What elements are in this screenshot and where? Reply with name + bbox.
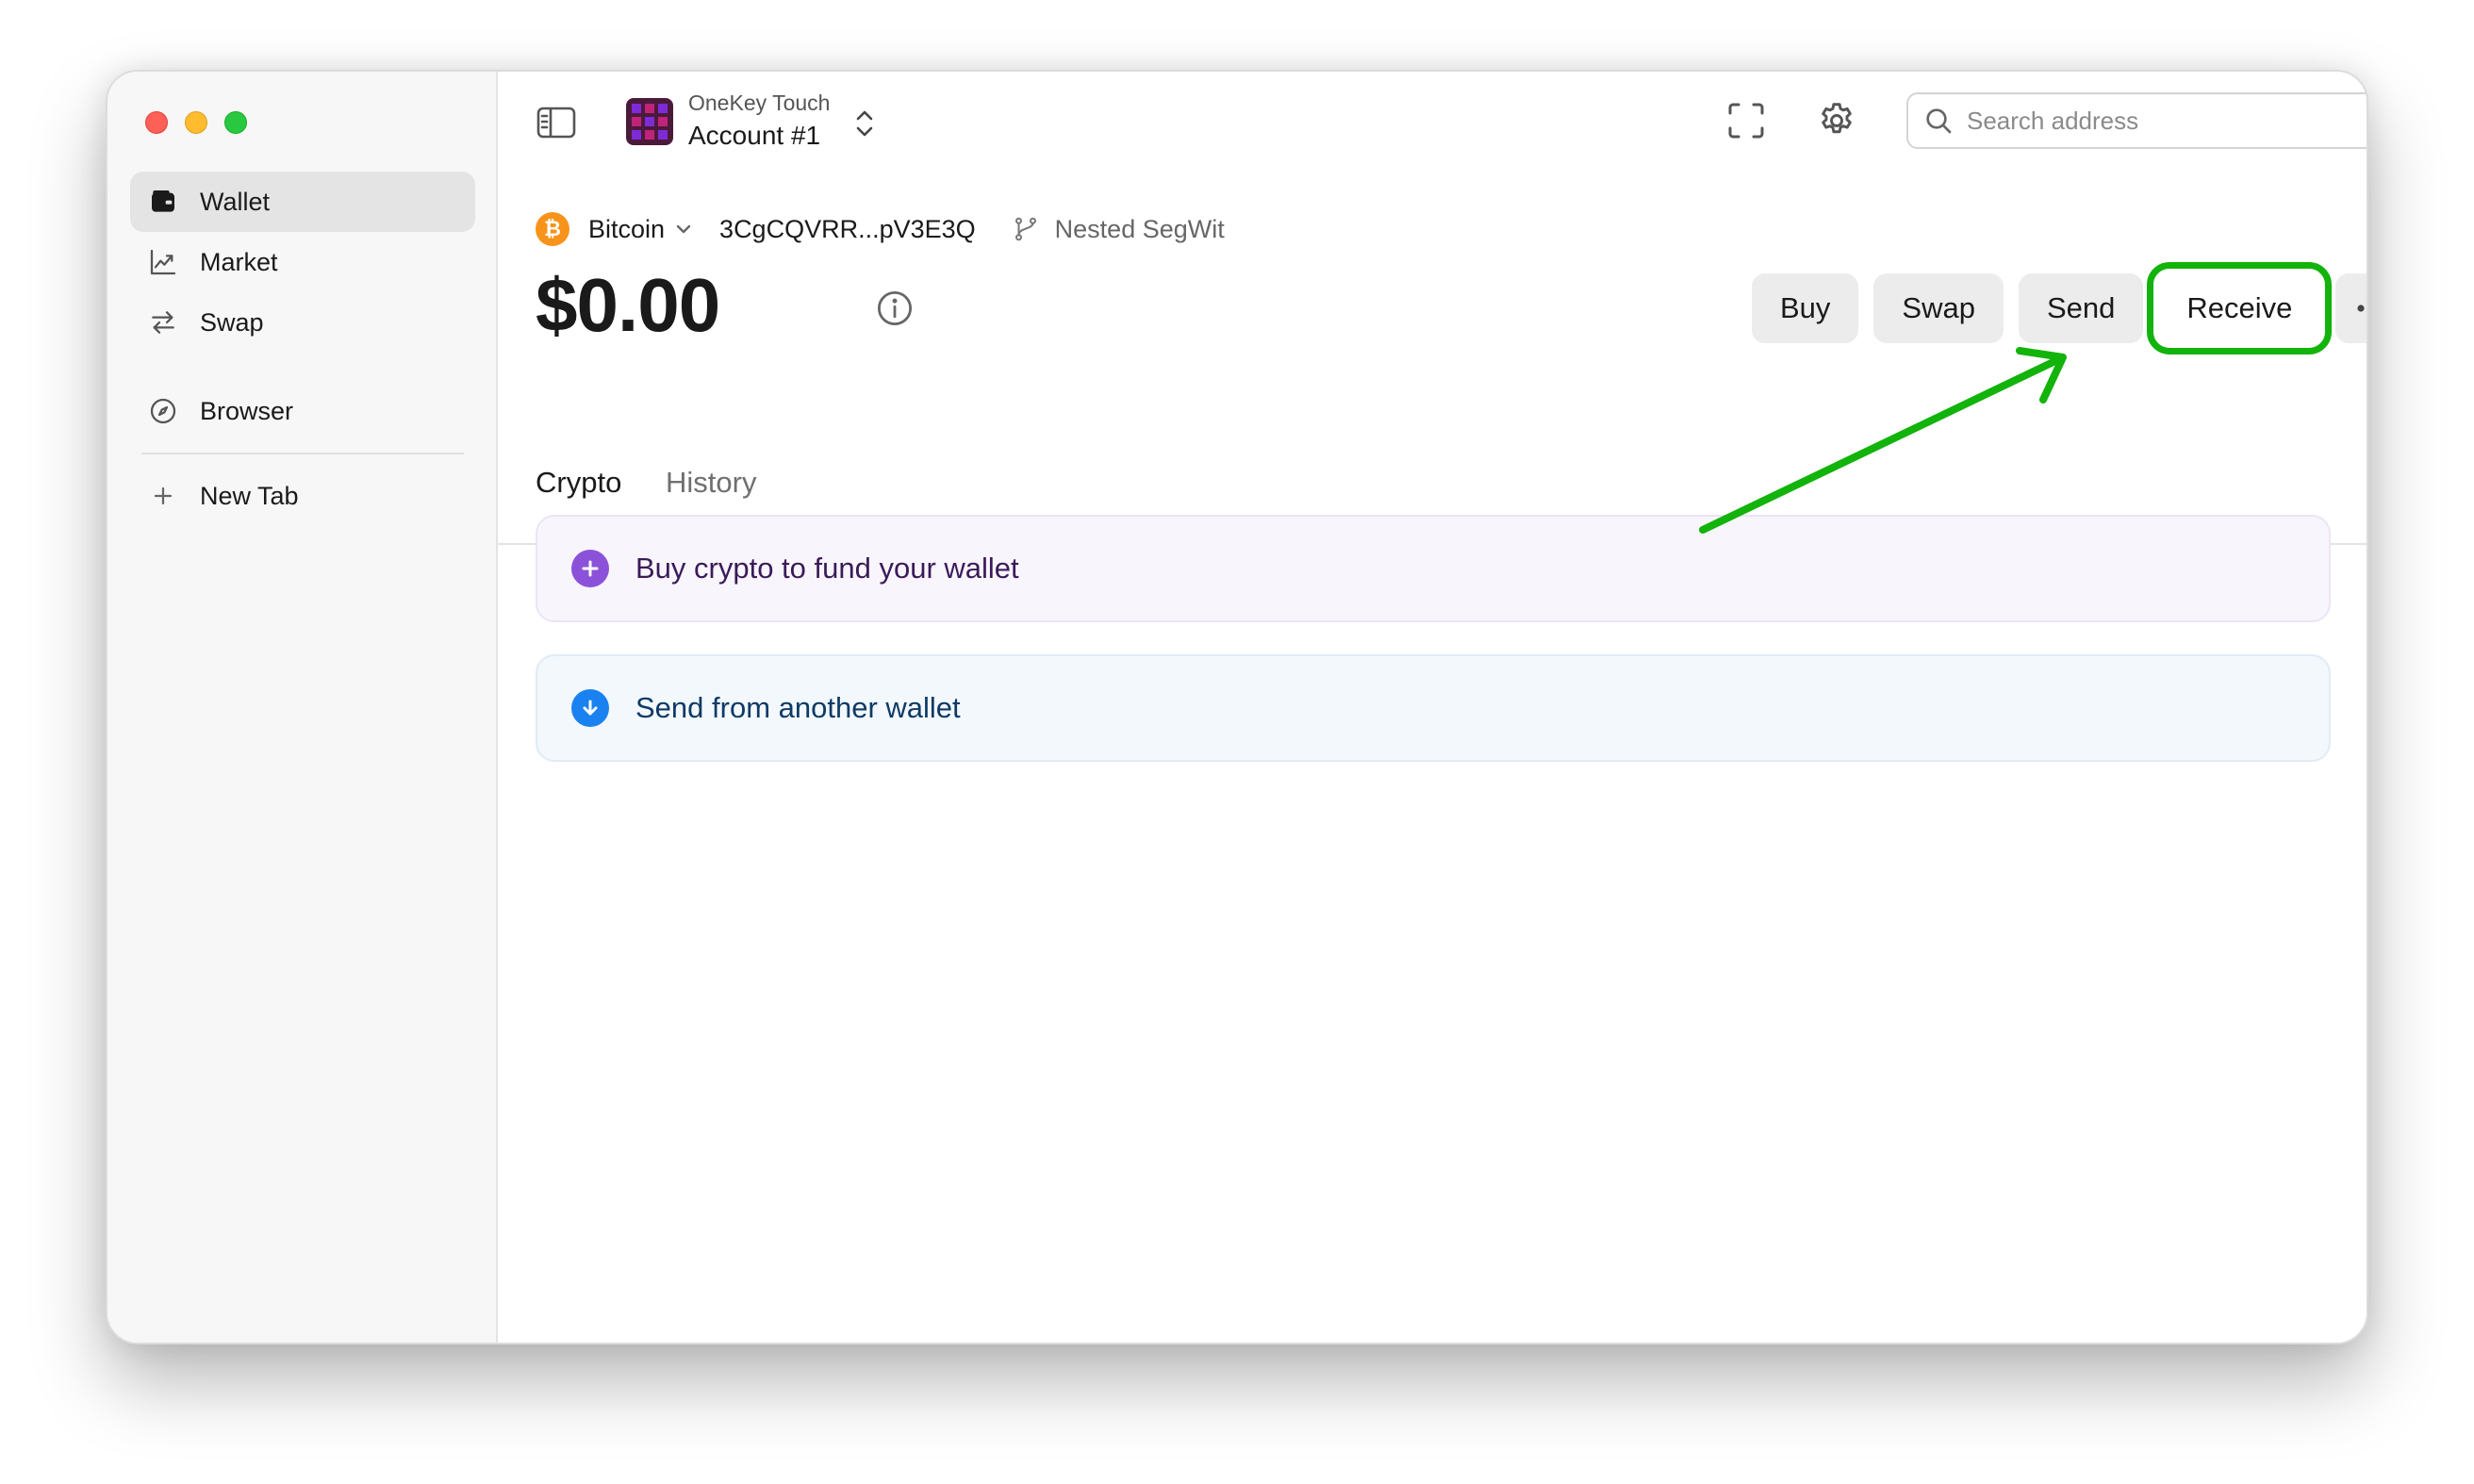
sidebar-item-market[interactable]: Market [130, 232, 475, 292]
device-name[interactable]: OneKey Touch [688, 91, 830, 116]
compass-icon [147, 395, 179, 427]
buy-crypto-card[interactable]: Buy crypto to fund your wallet [536, 515, 2331, 622]
sidebar-item-label: Wallet [200, 187, 271, 216]
sidebar-toggle-icon [536, 107, 576, 139]
buy-crypto-card-label: Buy crypto to fund your wallet [635, 552, 1019, 585]
send-from-wallet-card[interactable]: Send from another wallet [536, 654, 2331, 762]
scan-icon [1728, 103, 1764, 139]
swap-button[interactable]: Swap [1873, 273, 2004, 343]
toggle-sidebar-button[interactable] [536, 104, 577, 141]
chevron-up-down-icon [856, 110, 873, 137]
account-address[interactable]: 3CgCQVRR...pV3E3Q [719, 215, 976, 244]
search-bar[interactable] [1906, 92, 2367, 149]
scan-button[interactable] [1725, 100, 1767, 141]
sidebar-item-label: Swap [200, 307, 264, 337]
network-selector[interactable]: Bitcoin [588, 215, 665, 244]
sidebar-item-swap[interactable]: Swap [130, 292, 475, 353]
window-controls [145, 111, 247, 134]
sidebar-item-browser[interactable]: Browser [130, 381, 475, 441]
action-buttons: Buy Swap Send Receive [1752, 262, 2367, 355]
account-selector-chevron[interactable] [854, 107, 875, 144]
sidebar-divider [141, 453, 464, 454]
main-content: OneKey Touch Account #1 ₿ Bitcoin 3CgCQV… [498, 72, 2367, 1343]
receive-button-wrapper: Receive [2147, 262, 2333, 355]
more-dots-icon [2357, 305, 2365, 312]
search-icon [1926, 108, 1952, 134]
git-branch-icon [1014, 217, 1036, 241]
minimize-window-button[interactable] [185, 111, 207, 134]
sidebar-item-label: Market [200, 247, 278, 276]
chart-icon [147, 246, 179, 278]
settings-button[interactable] [1814, 98, 1859, 143]
app-window: Wallet Market Swap Browser New Tab OneKe… [106, 70, 2368, 1344]
new-tab-label: New Tab [200, 481, 299, 510]
receive-button[interactable]: Receive [2158, 273, 2321, 343]
account-name[interactable]: Account #1 [688, 121, 820, 151]
chevron-down-icon[interactable] [674, 223, 693, 236]
send-button[interactable]: Send [2018, 273, 2144, 343]
balance-value: $0.00 [536, 263, 720, 347]
more-actions-button[interactable] [2335, 273, 2367, 343]
sidebar: Wallet Market Swap Browser New Tab [107, 72, 498, 1343]
plus-icon [147, 480, 179, 512]
tab-history[interactable]: History [666, 466, 756, 500]
sidebar-item-wallet[interactable]: Wallet [130, 172, 475, 232]
new-tab-button[interactable]: New Tab [130, 466, 475, 526]
gear-icon [1822, 103, 1852, 134]
plus-circle-icon [571, 550, 609, 587]
tab-crypto[interactable]: Crypto [536, 466, 621, 500]
sidebar-item-label: Browser [200, 396, 294, 425]
close-window-button[interactable] [145, 111, 168, 134]
info-icon [877, 290, 913, 326]
arrow-down-circle-icon [571, 689, 609, 727]
balance-info-button[interactable] [875, 289, 915, 333]
account-avatar[interactable] [626, 98, 673, 145]
network-row: ₿ Bitcoin 3CgCQVRR...pV3E3Q Nested SegWi… [536, 207, 1225, 251]
buy-button[interactable]: Buy [1752, 273, 1859, 343]
maximize-window-button[interactable] [224, 111, 247, 134]
send-from-wallet-card-label: Send from another wallet [635, 691, 961, 724]
wallet-icon [147, 186, 179, 218]
derivation-type[interactable]: Nested SegWit [1055, 215, 1225, 244]
swap-icon [147, 306, 179, 338]
search-input[interactable] [1967, 106, 2367, 136]
bitcoin-icon: ₿ [536, 212, 569, 246]
